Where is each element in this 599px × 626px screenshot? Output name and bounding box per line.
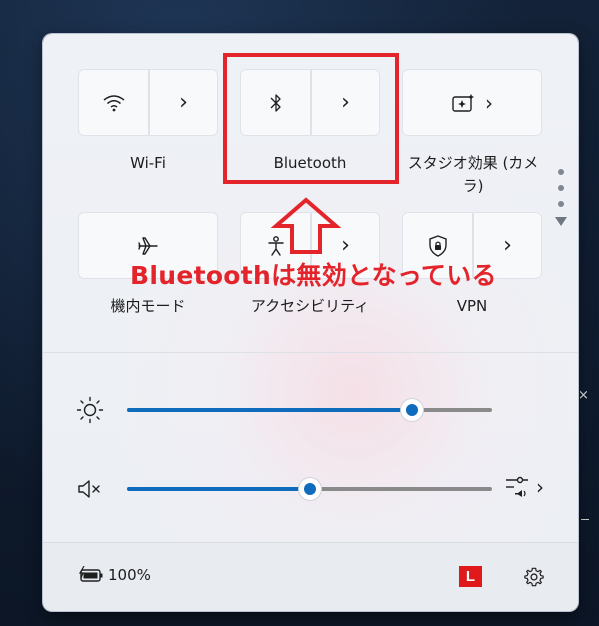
page-indicator[interactable]: [555, 169, 567, 226]
tile-label-vpn: VPN: [456, 297, 488, 315]
chevron-right-icon: ›: [503, 232, 512, 258]
brightness-slider-thumb[interactable]: [400, 399, 423, 421]
battery-percentage: 100%: [108, 566, 151, 584]
audio-output-button[interactable]: ›: [504, 475, 544, 499]
page-dot: [558, 169, 564, 175]
wifi-expand-button[interactable]: ›: [149, 69, 218, 136]
battery-status[interactable]: 100%: [78, 566, 151, 584]
annotation-arrow-icon: [270, 197, 342, 254]
speaker-muted-icon[interactable]: [77, 478, 103, 500]
page-dot: [558, 185, 564, 191]
brightness-slider-fill: [127, 408, 412, 412]
chevron-right-icon: ›: [485, 90, 493, 115]
tile-label-accessibility: アクセシビリティ: [250, 297, 370, 315]
gear-icon[interactable]: [523, 566, 545, 588]
studio-effects-button[interactable]: ›: [402, 69, 542, 136]
tile-label-airplane: 機内モード: [110, 297, 186, 315]
vpn-shield-icon: [428, 234, 447, 257]
chevron-right-icon: ›: [179, 89, 188, 115]
quick-settings-footer: 100% L: [43, 542, 578, 611]
chevron-right-icon: ›: [536, 475, 544, 499]
annotation-text: Bluetoothは無効となっている: [130, 261, 497, 290]
brightness-icon: [76, 396, 104, 424]
airplane-icon: [138, 236, 158, 255]
caret-down-icon[interactable]: [555, 217, 567, 226]
studio-effects-icon: [452, 93, 474, 112]
volume-slider-thumb[interactable]: [298, 478, 321, 500]
volume-slider-fill: [127, 487, 310, 491]
brightness-slider[interactable]: [127, 399, 492, 421]
battery-charging-icon: [78, 566, 103, 582]
page-dot: [558, 201, 564, 207]
wifi-icon: [103, 94, 124, 111]
volume-slider[interactable]: [127, 478, 492, 500]
background-line: [581, 519, 589, 520]
section-divider: [43, 352, 578, 353]
audio-output-icon: [506, 476, 528, 497]
wifi-toggle-button[interactable]: [78, 69, 149, 136]
tile-label-studio-effects: スタジオ効果 (カメラ): [407, 154, 539, 195]
chevron-right-icon: ›: [341, 232, 350, 258]
background-close-glyph: ×: [578, 388, 589, 403]
bluetooth-highlight-box: [223, 53, 399, 184]
tile-label-wifi: Wi-Fi: [130, 154, 166, 172]
app-badge[interactable]: L: [459, 566, 482, 587]
